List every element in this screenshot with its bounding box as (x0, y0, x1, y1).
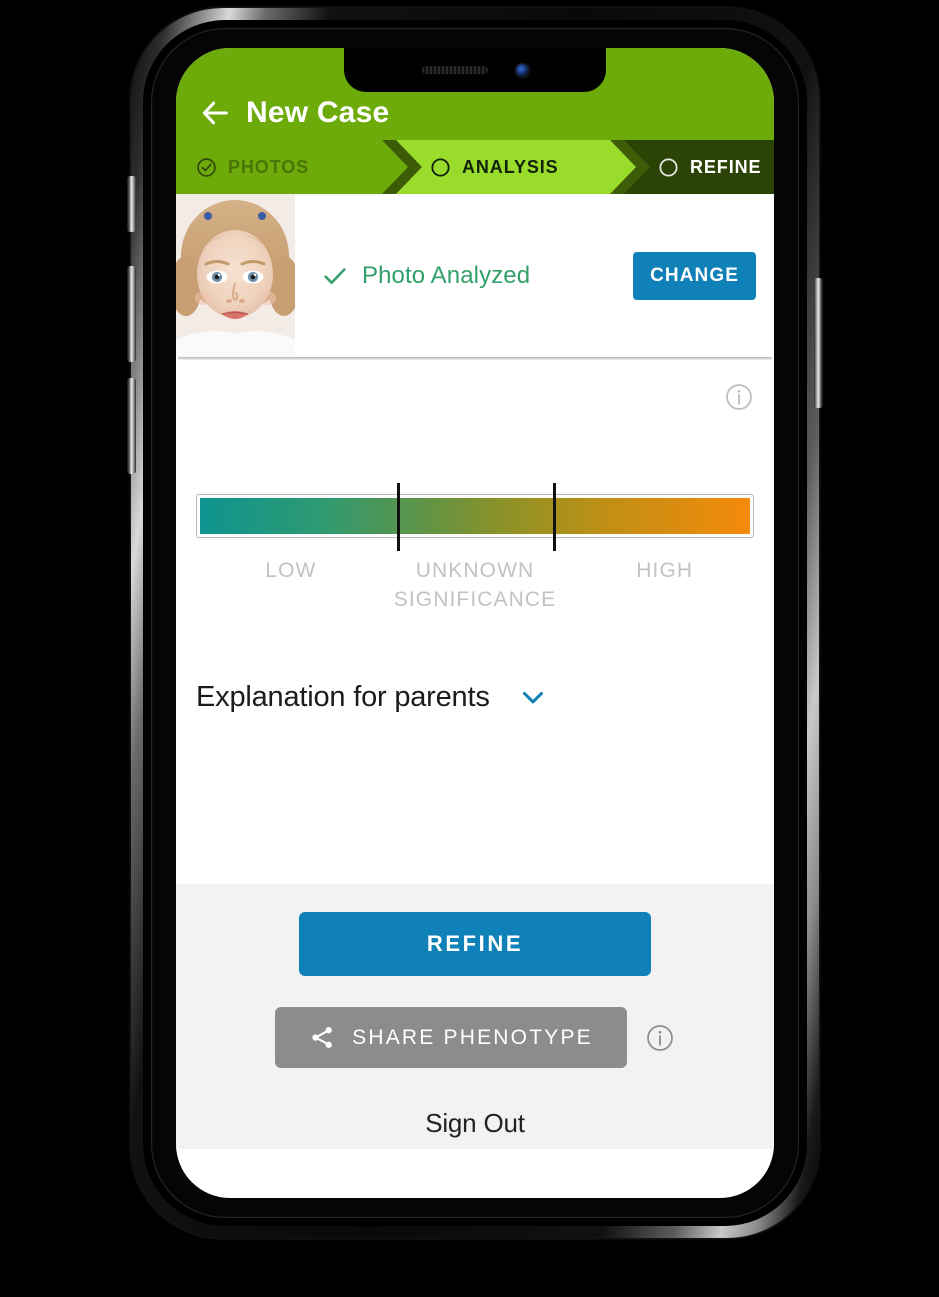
info-circle-icon[interactable] (645, 1023, 675, 1053)
phone-volume-up-button[interactable] (127, 266, 136, 362)
scale-marker-high-boundary (553, 483, 557, 551)
footer-actions: REFINE SHARE PHENOTYPE Sign Out (176, 884, 774, 1149)
score-section: LOW UNKNOWN SIGNIFICANCE HIGH (176, 360, 774, 624)
step-analysis-label: ANALYSIS (462, 156, 559, 177)
circle-icon (659, 157, 678, 177)
page-title: New Case (246, 96, 390, 129)
share-phenotype-button[interactable]: SHARE PHENOTYPE (275, 1007, 627, 1068)
step-photos[interactable]: PHOTOS (176, 140, 408, 194)
info-circle-icon[interactable] (724, 382, 754, 412)
refine-button[interactable]: REFINE (299, 912, 651, 976)
phone-mockup: New Case PHOTOS ANALYSIS REFINE Photo An… (127, 8, 823, 1238)
photo-thumbnail[interactable] (176, 194, 295, 357)
scale-label-high: HIGH (636, 559, 694, 582)
step-analysis[interactable]: ANALYSIS (396, 140, 636, 194)
scale-gradient-fill (200, 498, 750, 534)
phone-power-button[interactable] (814, 278, 823, 408)
check-circle-icon (196, 157, 217, 178)
arrow-left-icon[interactable] (198, 96, 232, 130)
circle-icon (430, 157, 451, 178)
toddler-portrait-image (176, 194, 295, 357)
photo-analyzed-block: Photo Analyzed CHANGE (295, 194, 774, 357)
step-refine[interactable]: REFINE (624, 140, 774, 194)
front-camera-icon (515, 63, 529, 77)
scale-label-row: LOW UNKNOWN SIGNIFICANCE HIGH (196, 556, 754, 624)
content-spacer (176, 714, 774, 884)
phone-notch (344, 48, 606, 92)
scale-label-unknown-significance: UNKNOWN SIGNIFICANCE (393, 559, 557, 611)
explanation-title: Explanation for parents (196, 680, 490, 713)
phone-mute-switch[interactable] (127, 176, 136, 232)
share-row: SHARE PHENOTYPE (275, 1007, 675, 1068)
explanation-accordion[interactable]: Explanation for parents (176, 624, 774, 714)
sign-out-link[interactable]: Sign Out (425, 1108, 525, 1139)
check-icon (324, 267, 346, 284)
severity-scale-bar (196, 483, 754, 551)
score-info-row (196, 360, 754, 434)
scale-label-low: LOW (265, 559, 317, 582)
step-photos-label: PHOTOS (228, 156, 310, 177)
earpiece-speaker-icon (421, 66, 488, 74)
share-phenotype-label: SHARE PHENOTYPE (352, 1025, 593, 1049)
step-refine-label: REFINE (690, 156, 762, 177)
scale-bar-frame (196, 494, 754, 538)
chevron-down-icon[interactable] (516, 680, 550, 714)
photo-status-row: Photo Analyzed CHANGE (176, 194, 774, 357)
phone-volume-down-button[interactable] (127, 378, 136, 474)
step-progress-bar: PHOTOS ANALYSIS REFINE (176, 140, 774, 194)
scale-marker-low-boundary (396, 483, 400, 551)
phone-screen: New Case PHOTOS ANALYSIS REFINE Photo An… (176, 48, 774, 1198)
share-nodes-icon (312, 1027, 332, 1048)
photo-analyzed-label: Photo Analyzed (362, 261, 531, 289)
change-photo-button[interactable]: CHANGE (633, 251, 756, 300)
